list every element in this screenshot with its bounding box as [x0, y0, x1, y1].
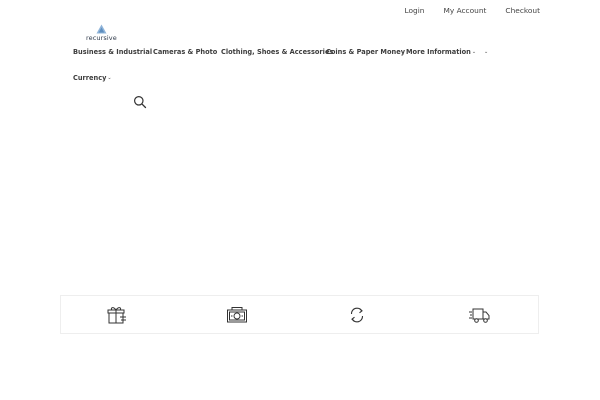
search-button[interactable]	[133, 94, 147, 109]
nav-item-more-toggle[interactable]: ⌄	[483, 48, 488, 56]
nav-item-coins-paper-money[interactable]: Coins & Paper Money	[326, 48, 405, 56]
logo-text: recursive	[86, 34, 117, 42]
chevron-down-icon: ⌄	[484, 49, 489, 55]
nav-item-more-information[interactable]: More Information⌄	[406, 48, 476, 56]
nav-item-business-industrial[interactable]: Business & Industrial	[73, 48, 152, 56]
gift-card-icon	[106, 305, 128, 325]
login-link[interactable]: Login	[405, 5, 425, 16]
nav-item-currency-label: Currency	[73, 74, 107, 82]
chevron-down-icon: ⌄	[471, 49, 477, 55]
checkout-link[interactable]: Checkout	[505, 5, 540, 16]
nav-item-clothing-shoes-accessories[interactable]: Clothing, Shoes & Accessories	[221, 48, 333, 56]
logo-mark-icon	[96, 24, 106, 34]
logo[interactable]: recursive	[86, 24, 117, 42]
top-links: Login My Account Checkout	[405, 5, 540, 16]
nav-item-more-information-label: More Information	[406, 48, 471, 56]
nav-item-currency[interactable]: Currency⌄	[73, 74, 112, 82]
chevron-down-icon: ⌄	[107, 75, 112, 81]
refresh-icon	[346, 305, 368, 325]
money-icon	[226, 305, 248, 325]
nav-item-cameras-photo[interactable]: Cameras & Photo	[153, 48, 217, 56]
my-account-link[interactable]: My Account	[443, 5, 486, 16]
search-icon	[134, 96, 147, 109]
delivery-truck-icon	[468, 305, 490, 325]
feature-strip	[60, 295, 539, 334]
